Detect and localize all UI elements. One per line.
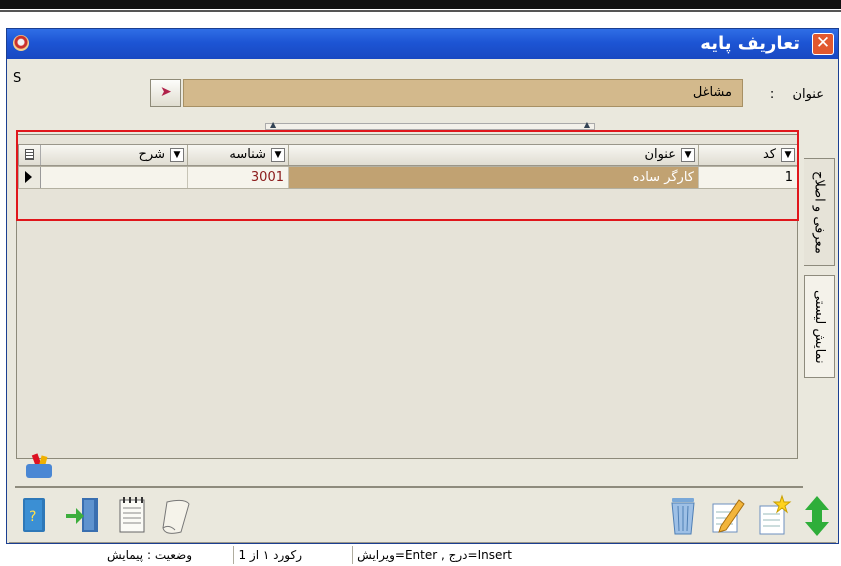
app-icon[interactable] bbox=[13, 35, 29, 51]
toolbar: ? bbox=[7, 494, 838, 540]
base-definitions-window: تعاریف پایه ✕ S ➤ مشاغل عنوان : ▲ ▲ کد ▼… bbox=[6, 28, 839, 564]
s-label: S bbox=[13, 71, 22, 86]
title-caption-label: عنوان bbox=[792, 87, 824, 102]
splitter-down-icon: ▲ bbox=[583, 120, 590, 129]
panel-splitter[interactable]: ▲ ▲ bbox=[265, 120, 595, 130]
toolbar-separator bbox=[15, 486, 803, 488]
title-field[interactable]: مشاغل bbox=[183, 79, 743, 107]
top-divider bbox=[0, 10, 841, 12]
tab-edit-label: معرفی و اصلاح bbox=[811, 170, 827, 254]
edit-icon[interactable] bbox=[707, 494, 747, 538]
close-button[interactable]: ✕ bbox=[812, 33, 834, 55]
exit-door-icon[interactable] bbox=[62, 494, 102, 538]
window-title: تعاریف پایه bbox=[700, 33, 800, 54]
up-down-arrows-icon[interactable] bbox=[797, 494, 837, 538]
tab-list-label: نمایش لیستی bbox=[812, 289, 827, 364]
status-bar: Insert=درج , Enter=ویرایش رکورد ۱ از 1 و… bbox=[9, 542, 836, 566]
status-record: رکورد ۱ از 1 bbox=[233, 546, 306, 564]
title-caption: عنوان : bbox=[770, 87, 824, 102]
side-tabs: معرفی و اصلاح نمایش لیستی bbox=[804, 158, 839, 458]
pen-cup-icon[interactable] bbox=[24, 453, 54, 480]
status-keys-hint: Insert=درج , Enter=ویرایش bbox=[352, 546, 516, 564]
tab-edit[interactable]: معرفی و اصلاح bbox=[804, 158, 835, 266]
svg-text:?: ? bbox=[29, 509, 36, 525]
highlight-box bbox=[16, 130, 799, 221]
scroll-icon[interactable] bbox=[157, 494, 197, 538]
title-caption-colon: : bbox=[769, 87, 775, 102]
new-document-icon[interactable] bbox=[752, 494, 792, 538]
notepad-icon[interactable] bbox=[112, 494, 152, 538]
trash-icon[interactable] bbox=[662, 494, 702, 538]
splitter-up-icon: ▲ bbox=[270, 120, 277, 129]
tab-list-view[interactable]: نمایش لیستی bbox=[804, 275, 835, 378]
title-value: مشاغل bbox=[692, 85, 732, 100]
titlebar: تعاریف پایه ✕ bbox=[7, 29, 838, 59]
help-book-icon[interactable]: ? bbox=[15, 494, 55, 538]
pencil-icon: ➤ bbox=[160, 84, 172, 100]
status-state: وضعیت : پیمایش bbox=[106, 548, 192, 562]
lookup-button[interactable]: ➤ bbox=[150, 79, 181, 107]
top-black-bar bbox=[0, 0, 841, 9]
